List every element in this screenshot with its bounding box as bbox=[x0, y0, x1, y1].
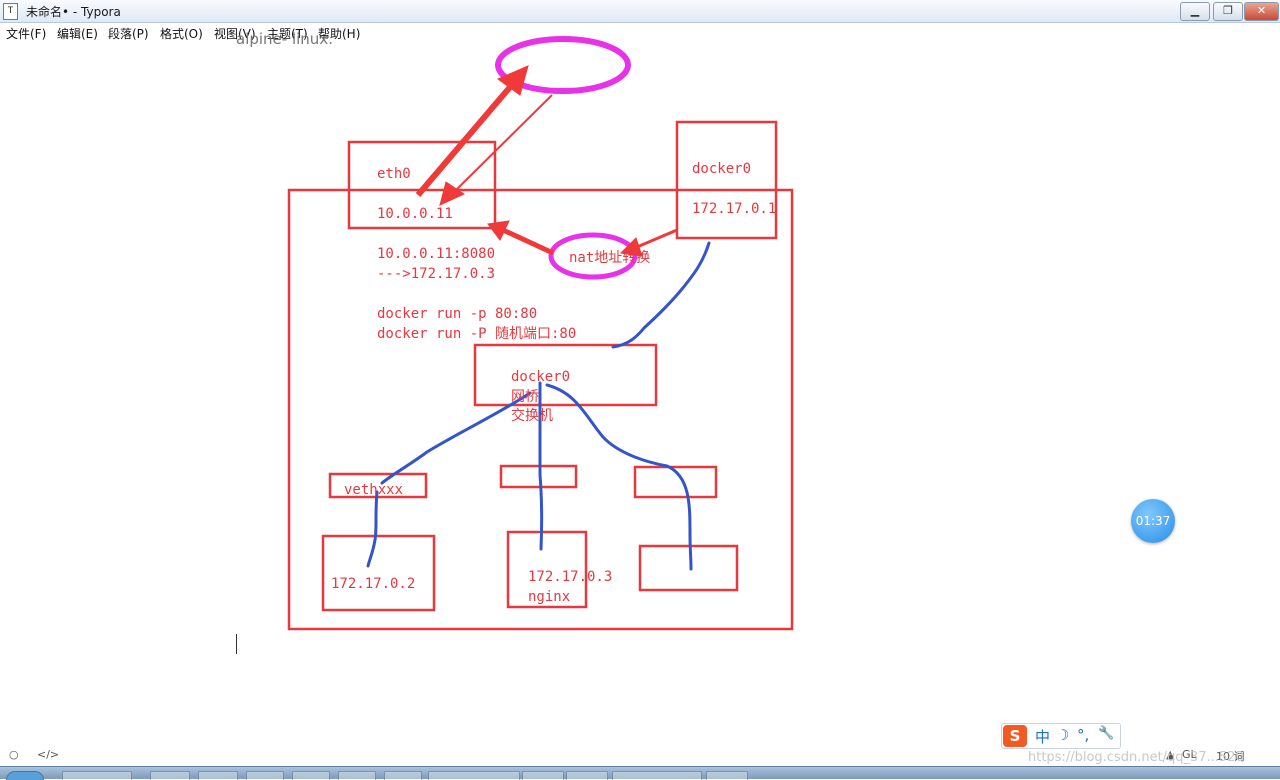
taskbar-item-9[interactable] bbox=[522, 771, 564, 780]
docker0-host-box bbox=[675, 120, 778, 240]
port-map-line1: 10.0.0.11:8080 bbox=[377, 246, 496, 262]
container1-box bbox=[321, 534, 436, 612]
container3-box bbox=[638, 544, 739, 592]
docker0-host-label: docker0 bbox=[692, 161, 752, 177]
punctuation-icon[interactable]: °, bbox=[1077, 726, 1089, 744]
cmd-line1: docker run -p 80:80 bbox=[377, 306, 538, 322]
watermark-text: https://blog.csdn.net/qq_37...520 bbox=[1028, 750, 1244, 765]
taskbar-item-10[interactable] bbox=[566, 771, 608, 780]
outline-toggle-icon[interactable]: ○ bbox=[9, 748, 19, 761]
start-button[interactable] bbox=[6, 771, 44, 780]
arrow-line-up bbox=[415, 78, 519, 197]
container2-ip: 172.17.0.3 bbox=[528, 569, 613, 585]
arrow-line-down bbox=[449, 94, 553, 197]
floating-timer[interactable]: 01:37 bbox=[1131, 499, 1175, 543]
nat-label: nat地址转换 bbox=[569, 250, 651, 266]
source-code-toggle-icon[interactable]: </> bbox=[37, 748, 59, 761]
taskbar-item-5[interactable] bbox=[292, 771, 330, 780]
network-diagram bbox=[287, 36, 794, 631]
cmd-line2: docker run -P 随机端口:80 bbox=[377, 326, 577, 342]
taskbar-item-11[interactable] bbox=[612, 771, 702, 780]
taskbar-item-7[interactable] bbox=[384, 771, 422, 780]
text-caret bbox=[236, 634, 237, 654]
taskbar-item-1[interactable] bbox=[62, 771, 132, 780]
wrench-icon[interactable]: 🔧 bbox=[1098, 726, 1114, 741]
taskbar-item-2[interactable] bbox=[150, 771, 190, 780]
ime-chinese-mode[interactable]: 中 bbox=[1035, 726, 1050, 747]
blue-stroke-veth3 bbox=[545, 383, 693, 571]
bridge-label-bridge: 网桥 bbox=[511, 389, 539, 405]
moon-icon[interactable]: ☽ bbox=[1056, 726, 1069, 744]
eth0-ip: 10.0.0.11 bbox=[377, 206, 453, 222]
taskbar-item-6[interactable] bbox=[338, 771, 376, 780]
taskbar-item-4[interactable] bbox=[246, 771, 284, 780]
arrow-line-nat-eth0 bbox=[501, 227, 555, 256]
docker0-ip: 172.17.0.1 bbox=[692, 201, 777, 217]
veth-label: vethxxx bbox=[344, 482, 404, 498]
port-map-line2: --->172.17.0.3 bbox=[377, 266, 496, 282]
taskbar-item-3[interactable] bbox=[198, 771, 238, 780]
taskbar-item-12[interactable] bbox=[706, 771, 748, 780]
os-taskbar bbox=[0, 766, 1280, 780]
eth0-label: eth0 bbox=[377, 166, 411, 182]
container1-ip: 172.17.0.2 bbox=[331, 576, 416, 592]
sogou-logo-icon[interactable]: S bbox=[1003, 725, 1027, 747]
arrow-line-docker0-nat bbox=[636, 228, 678, 249]
blue-stroke-veth1-top bbox=[380, 391, 532, 485]
bridge-label-docker0: docker0 bbox=[511, 369, 571, 385]
blue-stroke-veth1-bottom bbox=[366, 490, 379, 568]
taskbar-item-8[interactable] bbox=[428, 771, 520, 780]
container2-name: nginx bbox=[528, 589, 571, 605]
bridge-label-switch: 交换机 bbox=[511, 408, 553, 424]
ime-toolbar[interactable]: S 中 ☽ °, 🔧 bbox=[1001, 723, 1121, 749]
